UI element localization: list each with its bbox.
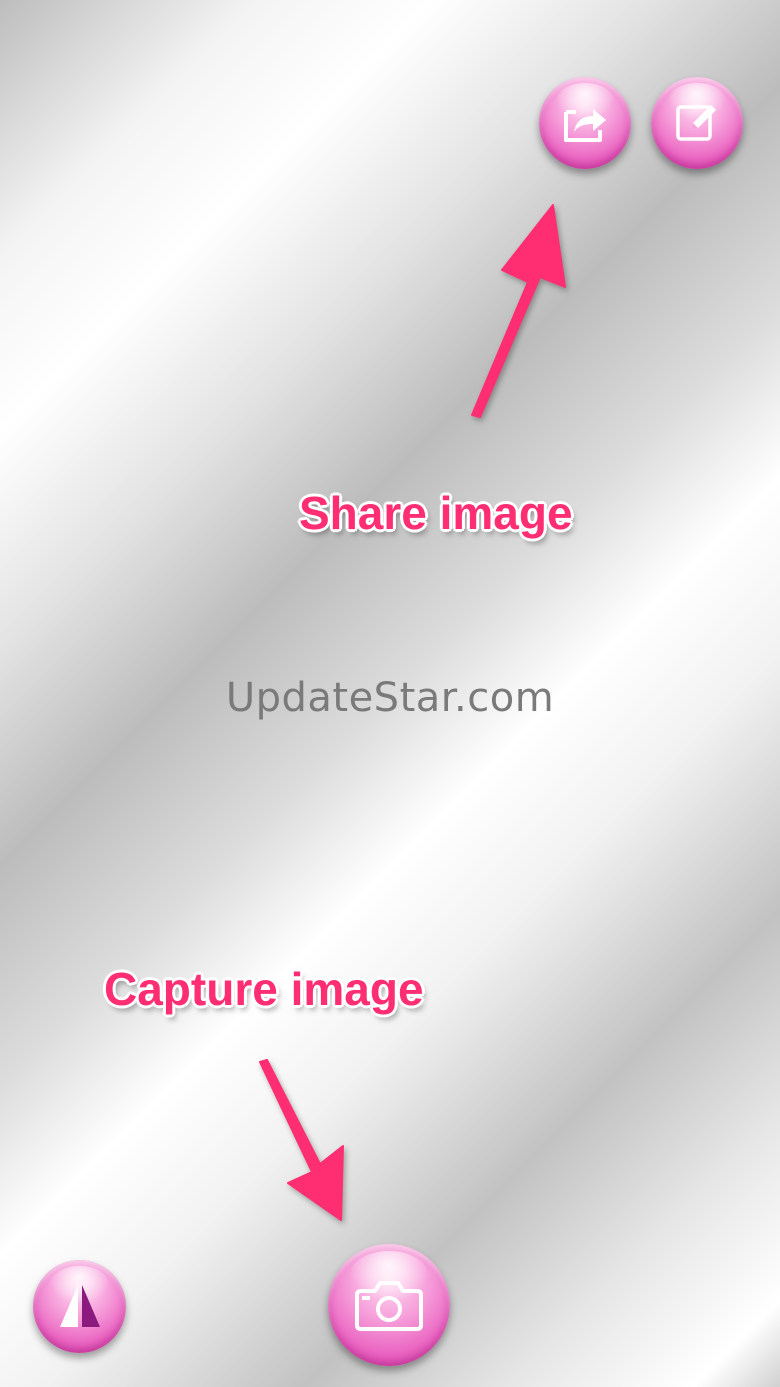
edit-icon [676,105,716,141]
share-image-callout: Share image [299,487,573,539]
capture-image-callout: Capture image [104,963,424,1015]
share-button[interactable] [539,77,631,169]
flip-icon [59,1284,100,1327]
watermark: UpdateStar.com [225,675,555,721]
edit-button[interactable] [651,77,743,169]
share-icon [564,109,606,142]
capture-button[interactable] [328,1244,450,1366]
camera-icon [355,1281,423,1331]
flip-button[interactable] [33,1260,126,1353]
